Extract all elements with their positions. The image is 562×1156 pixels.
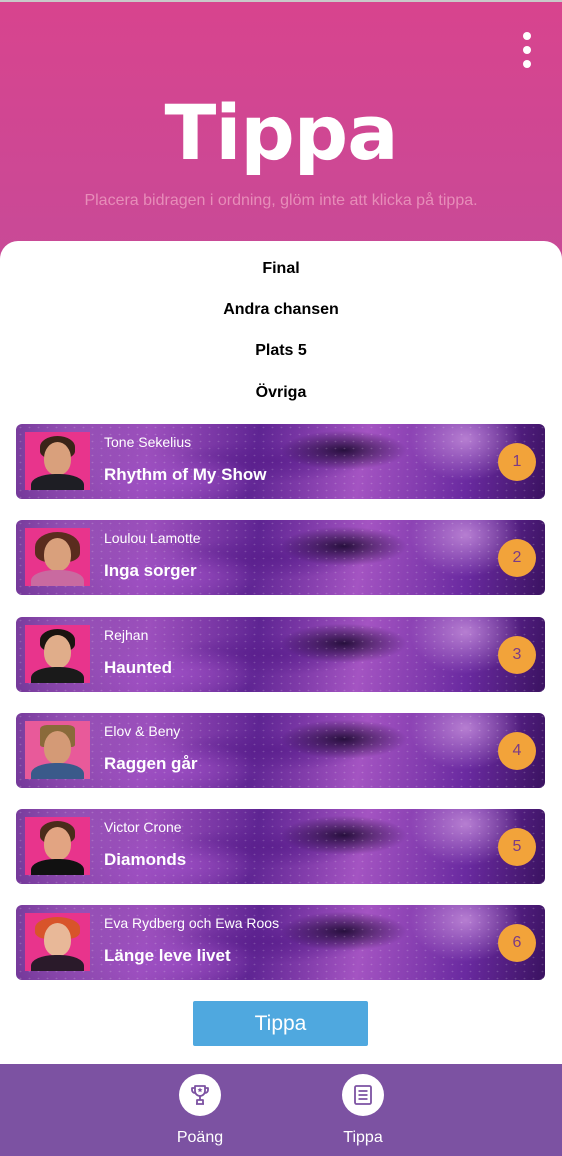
rank-badge[interactable]: 3: [498, 636, 536, 674]
artist-photo: [25, 432, 90, 490]
category-ovriga[interactable]: Övriga: [0, 384, 562, 402]
artist-name: Loulou Lamotte: [104, 530, 201, 546]
header: Tippa Placera bidragen i ordning, glöm i…: [0, 0, 562, 262]
artist-name: Rejhan: [104, 627, 149, 643]
nav-item-tippa[interactable]: Tippa: [313, 1074, 413, 1154]
category-final[interactable]: Final: [0, 260, 562, 278]
list-icon: [342, 1074, 384, 1116]
song-title: Rhythm of My Show: [104, 465, 267, 484]
rank-badge[interactable]: 5: [498, 828, 536, 866]
artist-photo: [25, 913, 90, 971]
song-title: Raggen går: [104, 754, 198, 773]
category-plats-5[interactable]: Plats 5: [0, 342, 562, 360]
entry-card[interactable]: Elov & Beny Raggen går 4: [16, 713, 545, 788]
song-title: Haunted: [104, 658, 172, 677]
page-subtitle: Placera bidragen i ordning, glöm inte at…: [84, 192, 478, 209]
entry-card[interactable]: Rejhan Haunted 3: [16, 617, 545, 692]
nav-item-poang[interactable]: Poäng: [150, 1074, 250, 1154]
rank-badge[interactable]: 6: [498, 924, 536, 962]
nav-label-poang: Poäng: [176, 1129, 224, 1146]
nav-label-tippa: Tippa: [343, 1129, 383, 1146]
more-vertical-icon[interactable]: [512, 30, 542, 70]
artist-name: Tone Sekelius: [104, 434, 192, 450]
tippa-submit-button[interactable]: Tippa: [193, 1001, 368, 1046]
artist-photo: [25, 528, 90, 586]
artist-photo: [25, 817, 90, 875]
entry-card[interactable]: Loulou Lamotte Inga sorger 2: [16, 520, 545, 595]
page-title: Tippa: [164, 88, 399, 177]
bottom-nav: Poäng Tippa: [0, 1064, 562, 1156]
entry-card[interactable]: Tone Sekelius Rhythm of My Show 1: [16, 424, 545, 499]
rank-badge[interactable]: 4: [498, 732, 536, 770]
song-title: Inga sorger: [104, 561, 197, 580]
artist-name: Eva Rydberg och Ewa Roos: [104, 915, 280, 931]
artist-name: Victor Crone: [104, 819, 182, 835]
entry-card[interactable]: Victor Crone Diamonds 5: [16, 809, 545, 884]
rank-badge[interactable]: 1: [498, 443, 536, 481]
rank-badge[interactable]: 2: [498, 539, 536, 577]
artist-photo: [25, 721, 90, 779]
artist-name: Elov & Beny: [104, 723, 181, 739]
artist-photo: [25, 625, 90, 683]
trophy-icon: [179, 1074, 221, 1116]
song-title: Länge leve livet: [104, 946, 231, 965]
entry-card[interactable]: Eva Rydberg och Ewa Roos Länge leve live…: [16, 905, 545, 980]
song-title: Diamonds: [104, 850, 187, 869]
category-andra-chansen[interactable]: Andra chansen: [0, 301, 562, 319]
